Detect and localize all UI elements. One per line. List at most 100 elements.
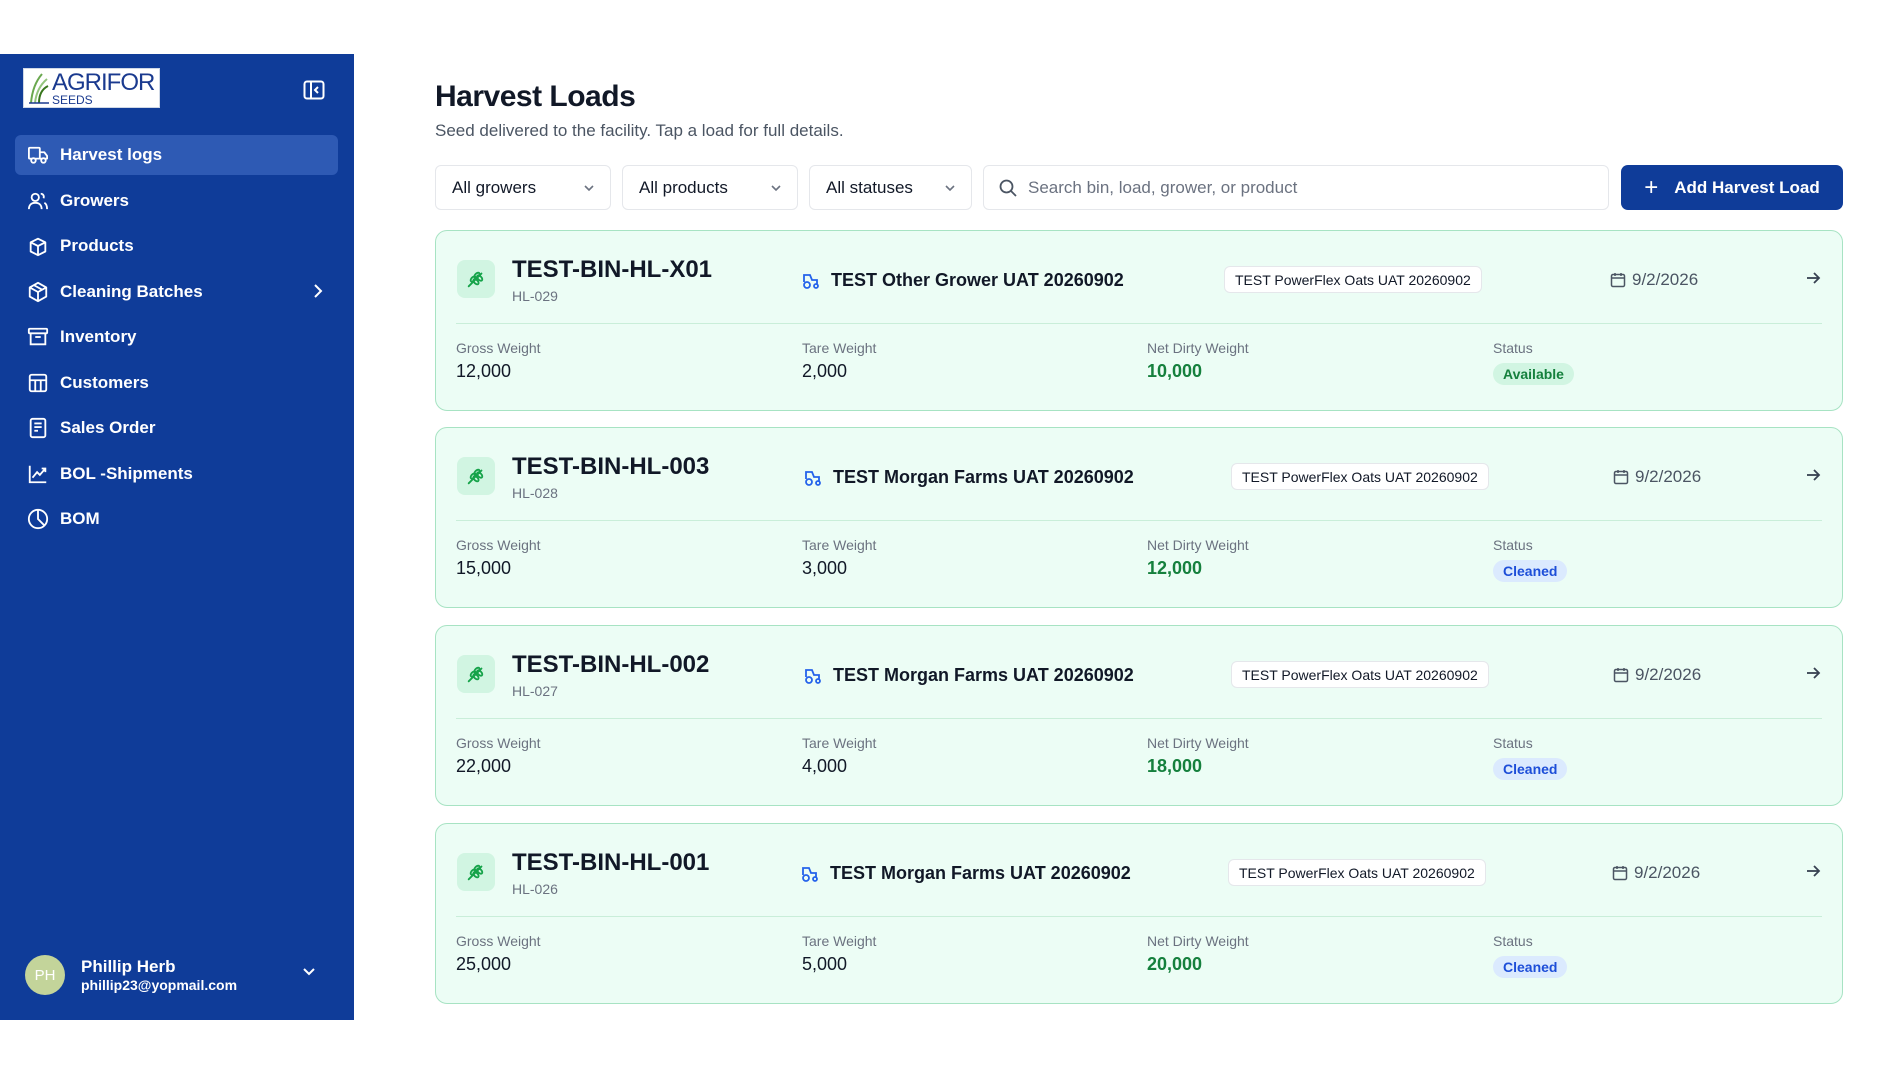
harvest-load-card[interactable]: TEST-BIN-HL-X01 HL-029 TEST Other Grower…	[435, 230, 1843, 411]
status-badge: Cleaned	[1493, 758, 1568, 780]
chevron-down-icon	[771, 185, 781, 192]
metric-label: Tare Weight	[802, 537, 877, 553]
status-badge: Cleaned	[1493, 560, 1568, 582]
wheat-icon	[457, 655, 495, 693]
load-date: 9/2/2026	[1613, 467, 1701, 487]
harvest-load-card[interactable]: TEST-BIN-HL-002 HL-027 TEST Morgan Farms…	[435, 625, 1843, 806]
receipt-icon	[26, 416, 50, 440]
net-dirty-weight: Net Dirty Weight 12,000	[1147, 537, 1249, 579]
metric-value: 2,000	[802, 361, 848, 381]
status-badge: Available	[1493, 363, 1574, 385]
sidebar-item-bom[interactable]: BOM	[15, 499, 338, 539]
sidebar-item-cleaning-batches[interactable]: Cleaning Batches	[15, 272, 338, 312]
user-name: Phillip Herb	[81, 956, 176, 976]
sidebar-item-inventory[interactable]: Inventory	[15, 317, 338, 357]
wheat-icon	[457, 457, 495, 495]
metric-label: Status	[1493, 537, 1533, 553]
sidebar-item-growers[interactable]: Growers	[15, 181, 338, 221]
grower-label: TEST Morgan Farms UAT 20260902	[833, 665, 1134, 685]
grower-name: TEST Other Grower UAT 20260902	[801, 270, 1124, 291]
metric-label: Tare Weight	[802, 933, 877, 949]
brand-name: AGRIFOR	[52, 68, 155, 96]
load-id: HL-027	[512, 683, 558, 699]
status-badge: Cleaned	[1493, 956, 1568, 978]
tare-weight: Tare Weight 3,000	[802, 537, 876, 579]
gross-weight: Gross Weight 12,000	[456, 340, 541, 382]
product-filter-value: All products	[639, 177, 728, 197]
chevron-down-icon	[303, 968, 315, 976]
bin-number: TEST-BIN-HL-002	[512, 651, 710, 678]
arrow-right-icon[interactable]	[1804, 664, 1822, 682]
sidebar: AGRIFOR SEEDS Harvest logs Growers Produ…	[0, 54, 354, 1020]
arrow-right-icon[interactable]	[1804, 862, 1822, 880]
sidebar-item-customers[interactable]: Customers	[15, 363, 338, 403]
sidebar-item-bol-shipments[interactable]: BOL -Shipments	[15, 454, 338, 494]
status-filter-select[interactable]: All statuses	[809, 165, 972, 210]
sidebar-item-products[interactable]: Products	[15, 226, 338, 266]
sidebar-item-label: Cleaning Batches	[60, 281, 203, 301]
metric-label: Gross Weight	[456, 340, 541, 356]
calendar-icon	[1613, 469, 1629, 485]
harvest-load-card[interactable]: TEST-BIN-HL-003 HL-028 TEST Morgan Farms…	[435, 427, 1843, 608]
product-filter-select[interactable]: All products	[622, 165, 798, 210]
building-icon	[26, 371, 50, 395]
leaf-logo-icon	[29, 73, 49, 104]
sidebar-collapse-button[interactable]	[302, 79, 326, 101]
grower-filter-select[interactable]: All growers	[435, 165, 611, 210]
plus-icon: +	[1644, 173, 1659, 201]
calendar-icon	[1612, 865, 1628, 881]
search-input[interactable]	[1028, 177, 1588, 198]
metric-value: 18,000	[1147, 756, 1203, 776]
wheat-icon	[457, 260, 495, 298]
load-id: HL-029	[512, 288, 558, 304]
metric-value: 25,000	[456, 954, 512, 974]
metric-label: Net Dirty Weight	[1147, 537, 1249, 553]
load-id: HL-026	[512, 881, 558, 897]
load-status: Status Cleaned	[1493, 537, 1568, 582]
search-icon	[998, 178, 1018, 198]
tractor-icon	[801, 272, 821, 290]
sidebar-item-sales-order[interactable]: Sales Order	[15, 408, 338, 448]
page-subtitle: Seed delivered to the facility. Tap a lo…	[435, 121, 844, 140]
metric-label: Gross Weight	[456, 933, 541, 949]
date-label: 9/2/2026	[1632, 270, 1699, 289]
search-box	[983, 165, 1609, 210]
sidebar-item-label: Sales Order	[60, 418, 156, 437]
metric-label: Net Dirty Weight	[1147, 735, 1249, 751]
gross-weight: Gross Weight 15,000	[456, 537, 541, 579]
package-icon	[26, 280, 50, 304]
date-label: 9/2/2026	[1635, 467, 1702, 486]
sidebar-item-label: Inventory	[60, 327, 137, 346]
sidebar-item-harvest-logs[interactable]: Harvest logs	[15, 135, 338, 175]
arrow-right-icon[interactable]	[1804, 466, 1822, 484]
date-label: 9/2/2026	[1634, 863, 1701, 882]
bin-number: TEST-BIN-HL-001	[512, 849, 710, 876]
calendar-icon	[1613, 667, 1629, 683]
status-filter-value: All statuses	[826, 177, 913, 197]
panel-collapse-icon	[303, 80, 325, 100]
tare-weight: Tare Weight 2,000	[802, 340, 876, 382]
gross-weight: Gross Weight 25,000	[456, 933, 541, 975]
sidebar-item-label: Growers	[60, 190, 129, 210]
sidebar-item-label: BOL -Shipments	[60, 463, 193, 483]
avatar: PH	[25, 955, 65, 995]
users-icon	[26, 189, 50, 213]
calendar-icon	[1610, 272, 1626, 288]
brand-logo[interactable]: AGRIFOR SEEDS	[23, 68, 160, 108]
chevron-down-icon	[945, 185, 955, 192]
grower-label: TEST Morgan Farms UAT 20260902	[833, 467, 1134, 487]
metric-value: 3,000	[802, 558, 848, 578]
add-harvest-load-button[interactable]: + Add Harvest Load	[1621, 165, 1843, 210]
main-content: Harvest Loads Seed delivered to the faci…	[354, 54, 1897, 1020]
metric-label: Tare Weight	[802, 735, 877, 751]
metric-value: 4,000	[802, 756, 848, 776]
sidebar-nav: Harvest logs Growers Products Cleaning B…	[15, 135, 338, 545]
arrow-right-icon[interactable]	[1804, 269, 1822, 287]
chevron-right-icon	[314, 283, 323, 298]
harvest-load-card[interactable]: TEST-BIN-HL-001 HL-026 TEST Morgan Farms…	[435, 823, 1843, 1004]
grower-name: TEST Morgan Farms UAT 20260902	[803, 467, 1134, 488]
user-menu[interactable]: PH Phillip Herb phillip23@yopmail.com	[25, 950, 335, 1000]
brand-text: AGRIFOR SEEDS	[52, 68, 155, 106]
user-email: phillip23@yopmail.com	[81, 976, 238, 993]
app-frame: AGRIFOR SEEDS Harvest logs Growers Produ…	[0, 54, 1897, 1020]
